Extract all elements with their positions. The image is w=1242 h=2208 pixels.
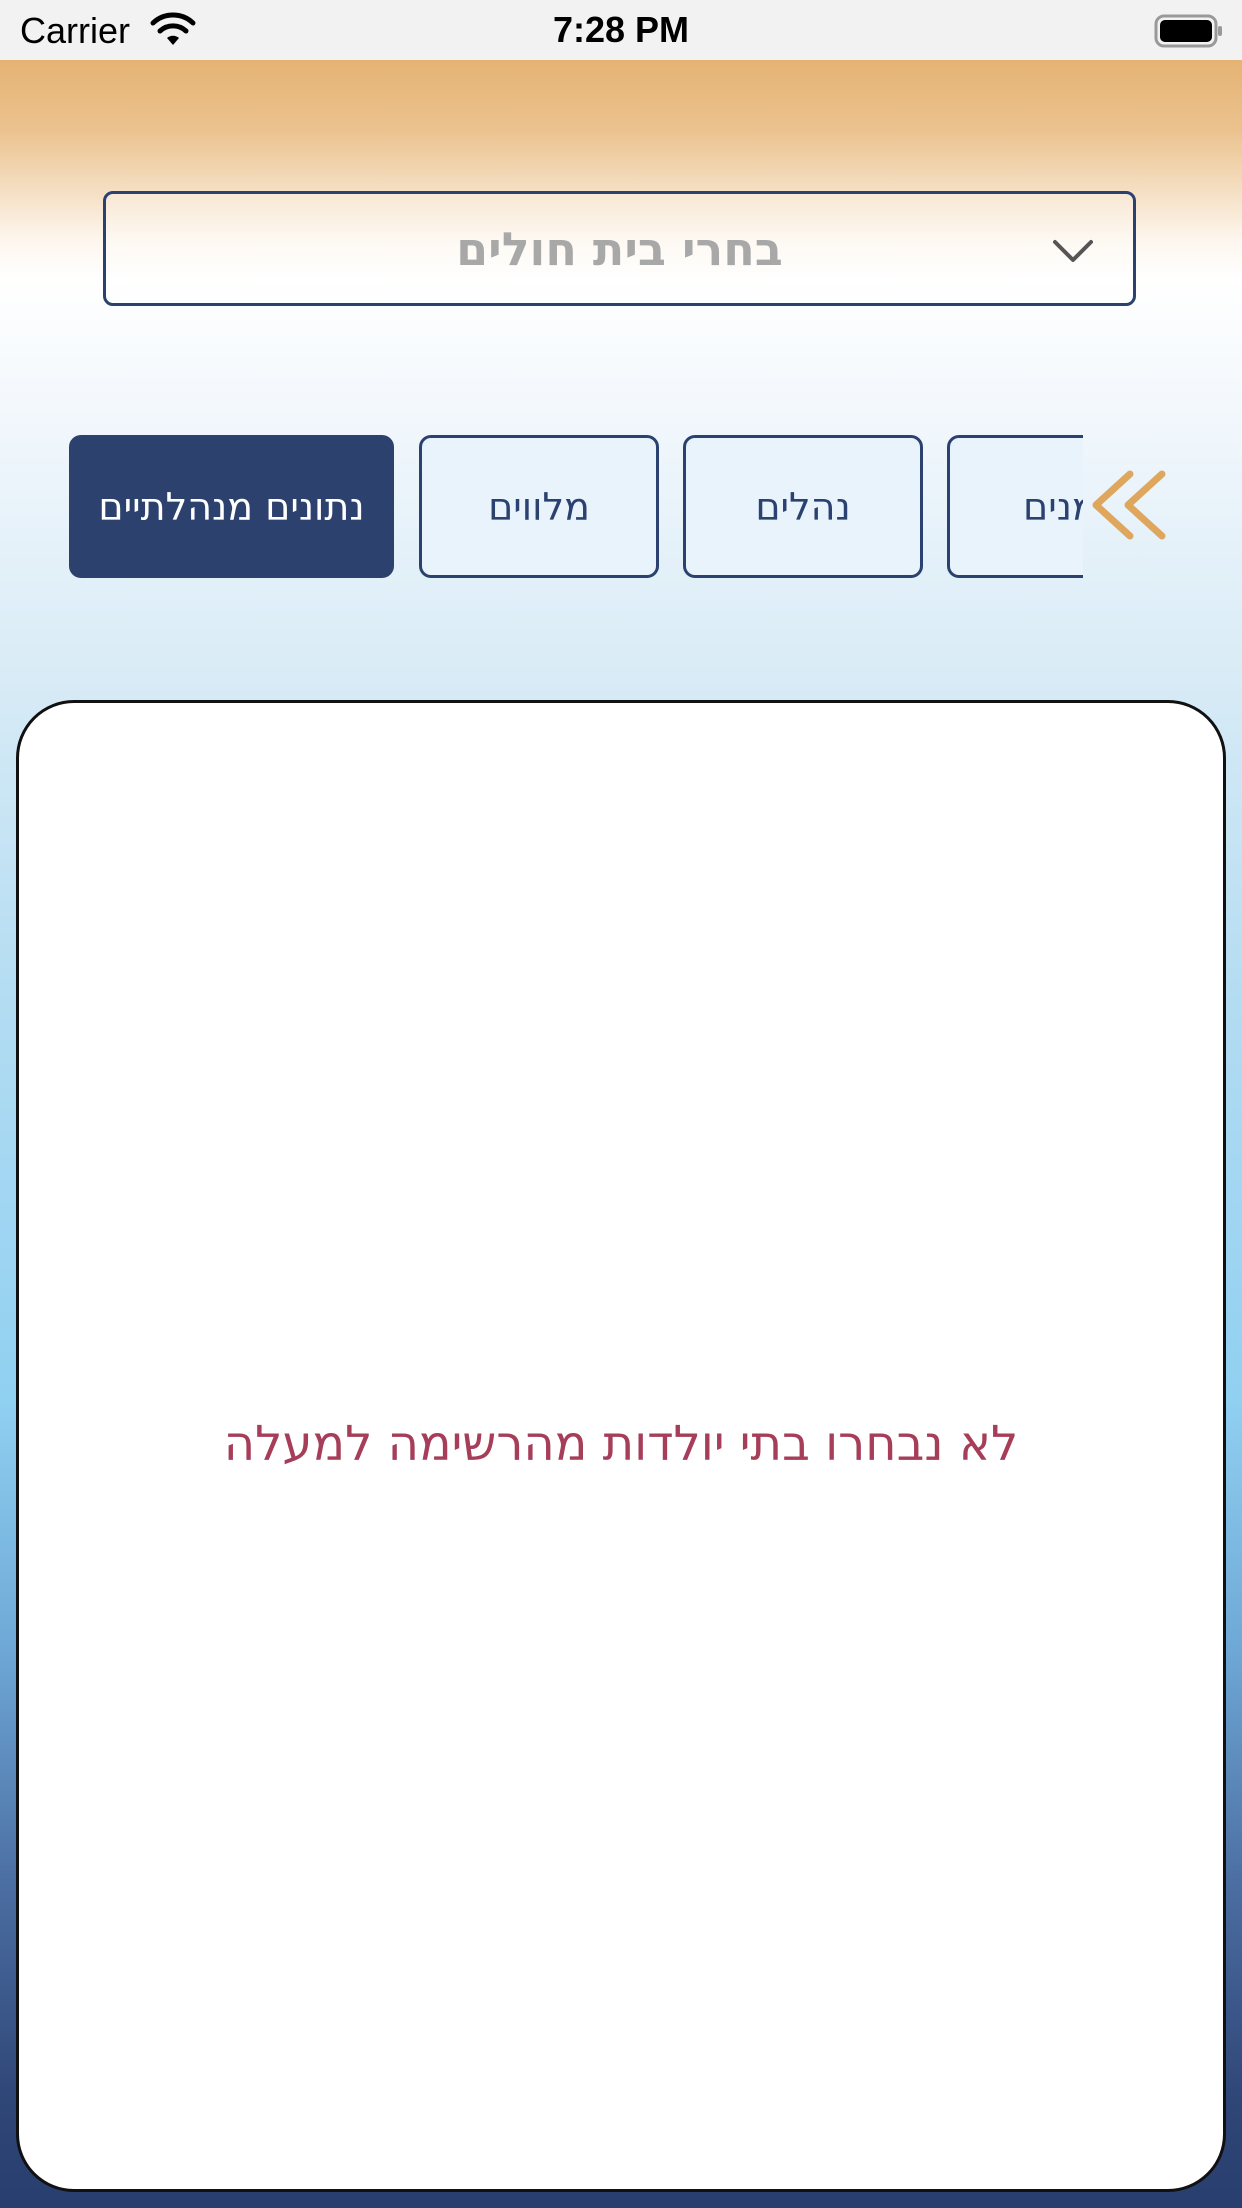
hospital-select-placeholder: בחרי בית חולים	[456, 221, 783, 276]
hospital-select-dropdown[interactable]: בחרי בית חולים	[103, 191, 1136, 306]
chevron-down-icon	[1053, 240, 1093, 262]
tab-times[interactable]: זמנים	[947, 435, 1083, 578]
status-bar: Carrier 7:28 PM	[0, 0, 1242, 60]
tab-label: מלווים	[488, 484, 590, 529]
status-time: 7:28 PM	[552, 9, 690, 50]
tab-label: נהלים	[755, 484, 851, 529]
content-card: לא נבחרו בתי יולדות מהרשימה למעלה	[16, 700, 1226, 2192]
tab-label: נתונים מנהלתיים	[98, 484, 365, 529]
double-chevron-left-icon[interactable]	[1090, 470, 1168, 540]
tab-procedures[interactable]: נהלים	[683, 435, 923, 578]
empty-state-message: לא נבחרו בתי יולדות מהרשימה למעלה	[223, 1416, 1019, 1472]
tab-label: זמנים	[1023, 484, 1083, 529]
tab-escorts[interactable]: מלווים	[419, 435, 659, 578]
battery-icon	[1154, 14, 1222, 48]
tabs-bar: נתונים מנהלתיים מלווים נהלים זמנים	[68, 435, 1083, 580]
tab-administrative-data[interactable]: נתונים מנהלתיים	[69, 435, 394, 578]
